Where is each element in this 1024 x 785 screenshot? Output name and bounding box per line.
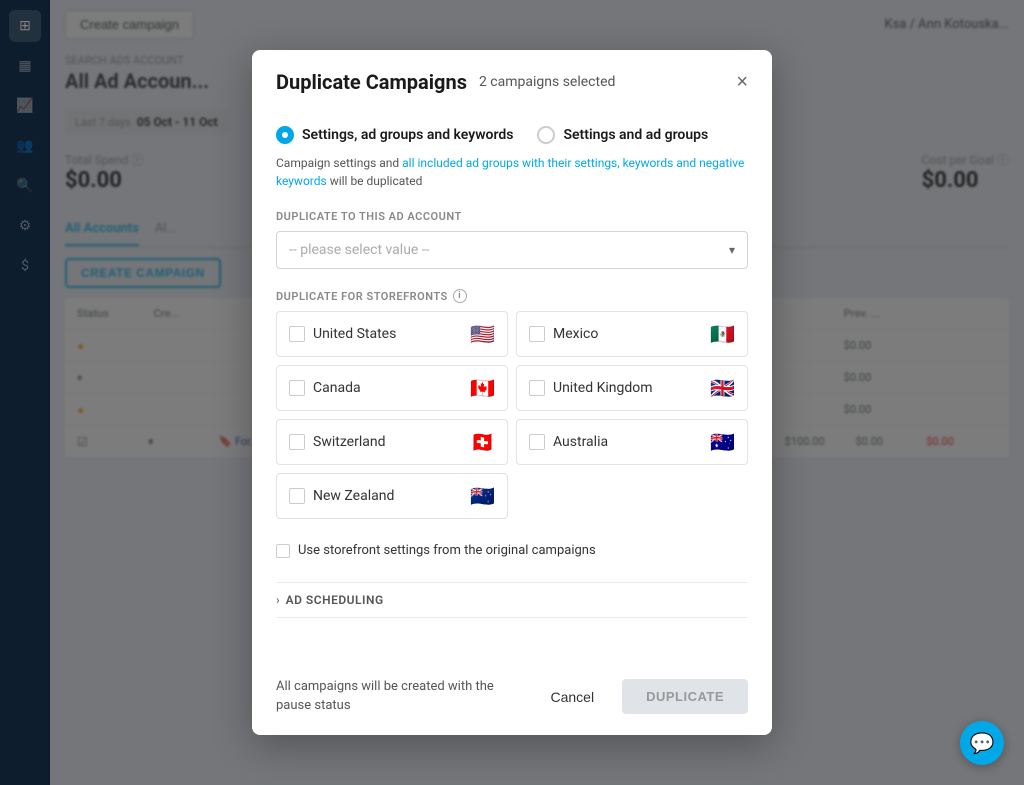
checkbox-united-kingdom[interactable]	[529, 380, 545, 396]
dropdown-arrow-icon: ▾	[729, 243, 735, 257]
checkbox-new-zealand[interactable]	[289, 488, 305, 504]
highlight-text: all included ad groups with their settin…	[276, 156, 744, 188]
storefront-united-kingdom[interactable]: United Kingdom 🇬🇧	[516, 365, 748, 411]
storefront-mexico[interactable]: Mexico 🇲🇽	[516, 311, 748, 357]
storefront-name-switzerland: Switzerland	[313, 434, 462, 450]
duplicate-button[interactable]: DUPLICATE	[622, 679, 748, 714]
duplicate-campaigns-modal: Duplicate Campaigns 2 campaigns selected…	[252, 50, 772, 734]
modal-overlay: Duplicate Campaigns 2 campaigns selected…	[0, 0, 1024, 785]
storefront-name-united-states: United States	[313, 326, 462, 342]
radio-ad-groups-label: Settings and ad groups	[563, 127, 708, 143]
radio-option-ad-groups[interactable]: Settings and ad groups	[537, 126, 708, 144]
storefront-switzerland[interactable]: Switzerland 🇨🇭	[276, 419, 508, 465]
flag-switzerland: 🇨🇭	[470, 430, 495, 454]
storefronts-info-icon[interactable]: i	[453, 289, 467, 303]
storefront-name-canada: Canada	[313, 380, 462, 396]
radio-description: Campaign settings and all included ad gr…	[276, 154, 748, 190]
ad-account-dropdown[interactable]: -- please select value -- ▾	[276, 231, 748, 269]
radio-option-keywords[interactable]: Settings, ad groups and keywords	[276, 126, 513, 144]
modal-body: Settings, ad groups and keywords Setting…	[252, 110, 772, 662]
campaigns-badge: 2 campaigns selected	[479, 74, 615, 90]
cancel-button[interactable]: Cancel	[534, 681, 610, 713]
dropdown-placeholder: -- please select value --	[289, 242, 430, 258]
flag-united-states: 🇺🇸	[470, 322, 495, 346]
checkbox-mexico[interactable]	[529, 326, 545, 342]
flag-australia: 🇦🇺	[710, 430, 735, 454]
chevron-down-icon: ›	[276, 593, 280, 607]
radio-ad-groups-circle	[537, 126, 555, 144]
checkbox-canada[interactable]	[289, 380, 305, 396]
section-storefronts-label: DUPLICATE FOR STOREFRONTS i	[276, 289, 748, 303]
ad-scheduling-label: AD SCHEDULING	[286, 593, 384, 607]
footer-note: All campaigns will be created with the p…	[276, 678, 526, 714]
checkbox-united-states[interactable]	[289, 326, 305, 342]
modal-title: Duplicate Campaigns	[276, 70, 467, 94]
flag-mexico: 🇲🇽	[710, 322, 735, 346]
section-duplicate-to-label: DUPLICATE TO THIS AD ACCOUNT	[276, 210, 748, 223]
close-button[interactable]: ×	[736, 72, 748, 92]
storefront-name-mexico: Mexico	[553, 326, 702, 342]
flag-canada: 🇨🇦	[470, 376, 495, 400]
use-storefront-label: Use storefront settings from the origina…	[298, 543, 596, 558]
checkbox-switzerland[interactable]	[289, 434, 305, 450]
storefronts-grid: United States 🇺🇸 Mexico 🇲🇽 Canada 🇨🇦	[276, 311, 748, 519]
chat-bubble-button[interactable]: 💬	[960, 721, 1004, 765]
ad-scheduling-row[interactable]: › AD SCHEDULING	[276, 582, 748, 618]
chat-icon: 💬	[970, 731, 995, 755]
radio-keywords-label: Settings, ad groups and keywords	[302, 127, 513, 143]
use-storefront-row[interactable]: Use storefront settings from the origina…	[276, 535, 748, 566]
modal-title-group: Duplicate Campaigns 2 campaigns selected	[276, 70, 615, 94]
storefront-name-new-zealand: New Zealand	[313, 488, 462, 504]
storefront-name-australia: Australia	[553, 434, 702, 450]
use-storefront-checkbox[interactable]	[276, 544, 290, 558]
storefront-australia[interactable]: Australia 🇦🇺	[516, 419, 748, 465]
radio-group: Settings, ad groups and keywords Setting…	[276, 126, 748, 144]
modal-footer: All campaigns will be created with the p…	[252, 662, 772, 734]
storefront-name-united-kingdom: United Kingdom	[553, 380, 702, 396]
modal-header: Duplicate Campaigns 2 campaigns selected…	[252, 50, 772, 110]
radio-keywords-circle	[276, 126, 294, 144]
checkbox-australia[interactable]	[529, 434, 545, 450]
storefront-new-zealand[interactable]: New Zealand 🇳🇿	[276, 473, 508, 519]
flag-united-kingdom: 🇬🇧	[710, 376, 735, 400]
storefront-united-states[interactable]: United States 🇺🇸	[276, 311, 508, 357]
storefront-canada[interactable]: Canada 🇨🇦	[276, 365, 508, 411]
footer-actions: Cancel DUPLICATE	[534, 679, 748, 714]
flag-new-zealand: 🇳🇿	[470, 484, 495, 508]
